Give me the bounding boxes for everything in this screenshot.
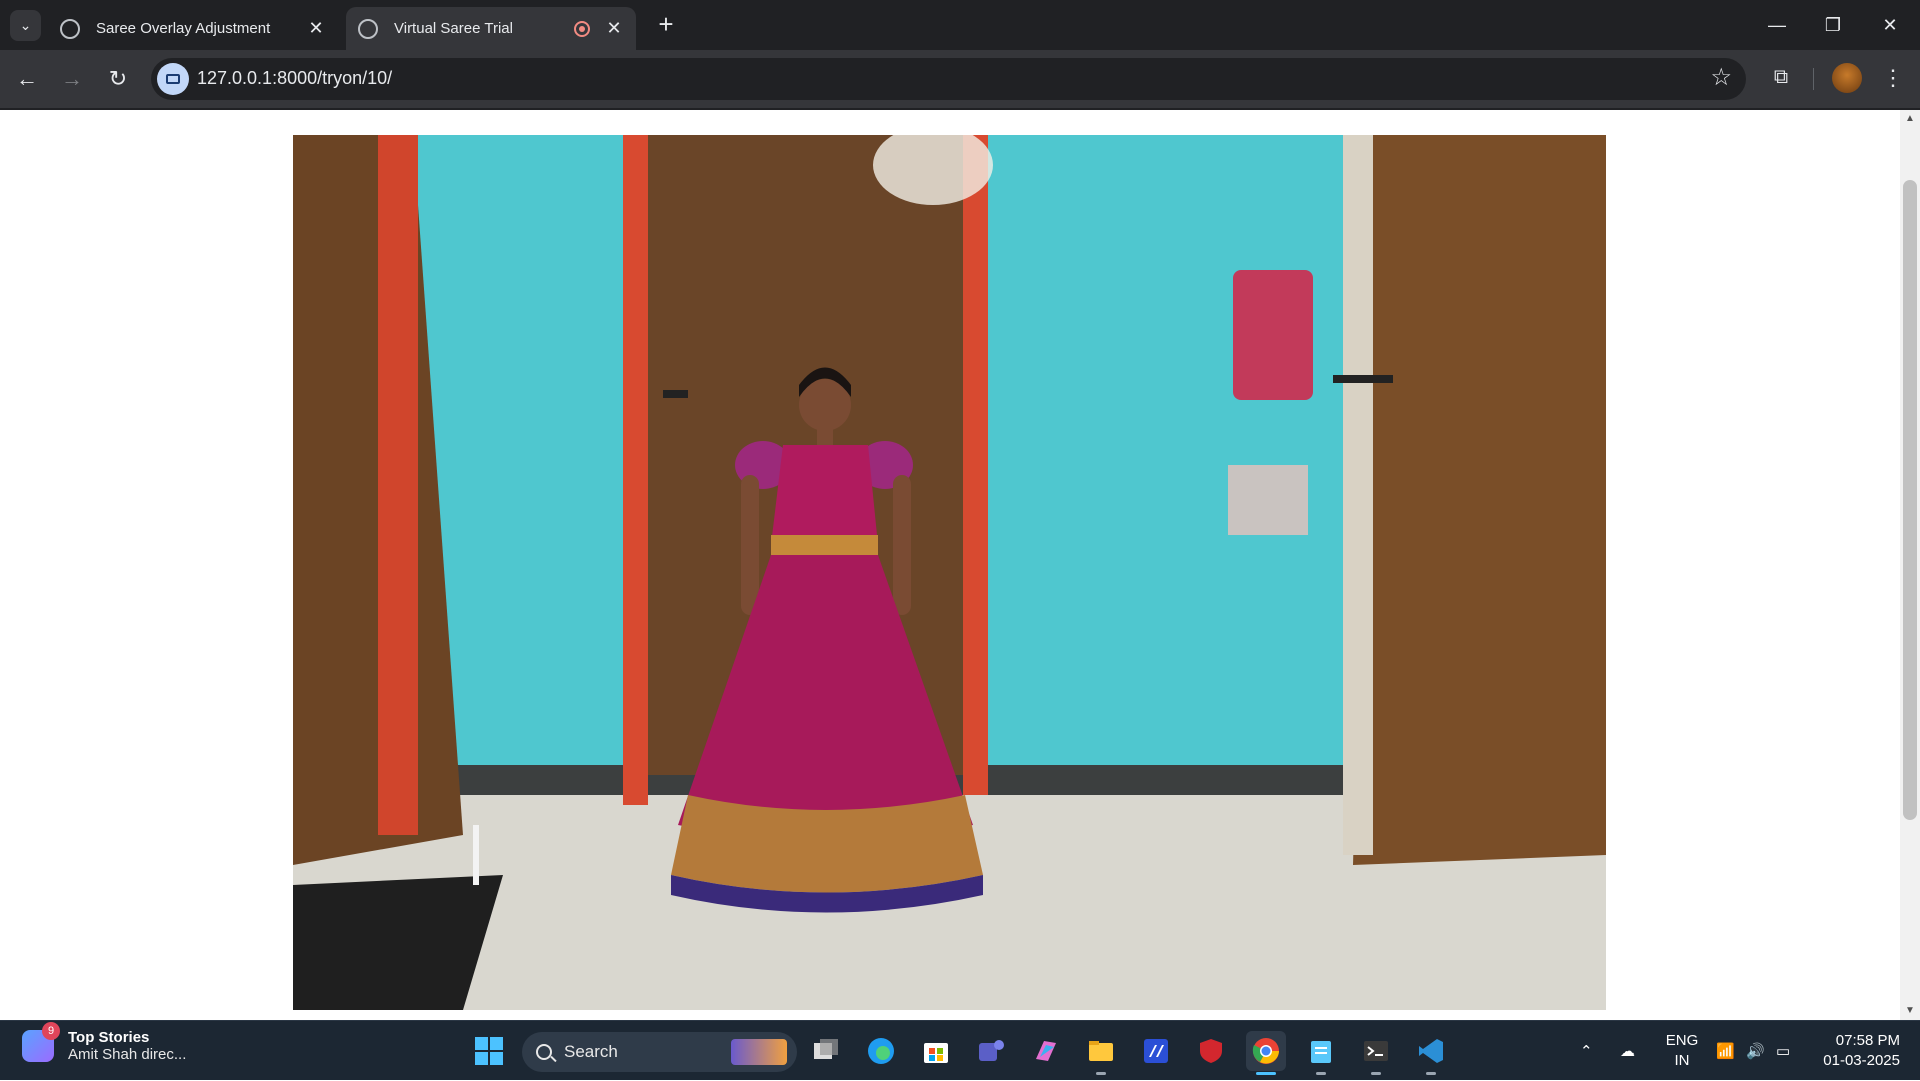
tab-title: Virtual Saree Trial xyxy=(394,20,513,37)
search-icon xyxy=(536,1044,552,1060)
reload-button[interactable]: ↻ xyxy=(103,64,133,94)
security-app-button[interactable] xyxy=(1191,1031,1231,1071)
battery-icon: ▭ xyxy=(1776,1043,1791,1060)
wifi-icon: 📶 xyxy=(1716,1043,1735,1060)
tab-strip: ⌄ Saree Overlay Adjustment ✕ Virtual Sar… xyxy=(0,0,1920,50)
clock-time: 07:58 PM xyxy=(1835,1032,1900,1049)
task-view-icon xyxy=(814,1039,838,1059)
tab-saree-overlay-adjustment[interactable]: Saree Overlay Adjustment ✕ xyxy=(48,7,338,50)
task-view-button[interactable] xyxy=(806,1031,846,1071)
teams-button[interactable] xyxy=(971,1031,1011,1071)
close-icon[interactable]: ✕ xyxy=(604,18,624,39)
chevron-down-icon: ⌄ xyxy=(19,17,32,33)
toolbar-divider xyxy=(1813,68,1814,90)
running-indicator xyxy=(1096,1072,1106,1075)
onedrive-status[interactable]: ☁ xyxy=(1620,1021,1635,1081)
forward-button[interactable]: → xyxy=(57,64,87,94)
window-close-button[interactable]: ✕ xyxy=(1870,10,1910,40)
minimize-button[interactable]: — xyxy=(1757,10,1797,40)
restore-button[interactable]: ❐ xyxy=(1813,10,1853,40)
url-text[interactable]: 127.0.0.1:8000/tryon/10/ xyxy=(197,68,392,89)
page-content xyxy=(0,110,1900,1020)
scroll-down-icon[interactable]: ▼ xyxy=(1900,1002,1920,1020)
language-code: ENG xyxy=(1665,1032,1699,1049)
back-button[interactable]: ← xyxy=(12,64,42,94)
globe-icon xyxy=(60,18,80,39)
language-indicator[interactable]: ENG IN xyxy=(1662,1031,1702,1071)
start-button[interactable] xyxy=(469,1031,509,1071)
news-widget[interactable]: 9 Top Stories Amit Shah direc... xyxy=(22,1022,187,1063)
globe-icon xyxy=(358,18,378,39)
tab-title: Saree Overlay Adjustment xyxy=(96,20,271,37)
reload-icon: ↻ xyxy=(108,66,128,91)
vscode-button[interactable] xyxy=(1411,1031,1451,1075)
news-badge: 9 xyxy=(42,1022,60,1040)
cloud-off-icon: ☁ xyxy=(1620,1043,1635,1060)
browser-chrome: ⌄ Saree Overlay Adjustment ✕ Virtual Sar… xyxy=(0,0,1920,110)
code-editor-icon xyxy=(1419,1039,1443,1063)
copilot-icon xyxy=(1036,1041,1056,1061)
address-bar[interactable]: 127.0.0.1:8000/tryon/10/ ☆ xyxy=(151,58,1746,100)
clock[interactable]: 07:58 PM 01-03-2025 xyxy=(1812,1031,1900,1071)
terminal-button[interactable] xyxy=(1356,1031,1396,1075)
shield-icon xyxy=(1200,1039,1222,1063)
active-indicator xyxy=(1256,1072,1276,1075)
store-button[interactable] xyxy=(916,1031,956,1071)
show-hidden-icons[interactable]: ⌃ xyxy=(1580,1021,1593,1081)
chrome-button[interactable] xyxy=(1246,1031,1286,1075)
close-icon[interactable]: ✕ xyxy=(306,18,326,39)
language-region: IN xyxy=(1674,1052,1690,1069)
wifi-status[interactable]: 📶 xyxy=(1716,1021,1735,1081)
camera-feed-image xyxy=(293,135,1606,1010)
app-blue-icon xyxy=(1144,1039,1168,1063)
news-headline: Amit Shah direc... xyxy=(68,1046,187,1063)
bookmark-star-icon[interactable]: ☆ xyxy=(1710,63,1732,92)
battery-status[interactable]: ▭ xyxy=(1776,1021,1790,1081)
taskbar-search[interactable]: Search xyxy=(522,1032,797,1072)
folder-icon xyxy=(1089,1041,1113,1061)
search-highlight-icon xyxy=(731,1039,787,1065)
tab-virtual-saree-trial[interactable]: Virtual Saree Trial ✕ xyxy=(346,7,636,50)
kebab-menu-icon[interactable]: ⋮ xyxy=(1878,63,1908,93)
speaker-icon: 🔊 xyxy=(1746,1043,1765,1060)
running-indicator xyxy=(1371,1072,1381,1075)
scrollbar-thumb[interactable] xyxy=(1903,180,1917,820)
running-indicator xyxy=(1316,1072,1326,1075)
vs-code-like-button[interactable] xyxy=(1136,1031,1176,1071)
profile-avatar[interactable] xyxy=(1832,63,1862,93)
store-icon xyxy=(924,1043,948,1063)
notepad-icon xyxy=(1311,1041,1331,1063)
volume-status[interactable]: 🔊 xyxy=(1746,1021,1765,1081)
running-indicator xyxy=(1426,1072,1436,1075)
copilot-button[interactable] xyxy=(1026,1031,1066,1071)
edge-button[interactable] xyxy=(861,1031,901,1071)
page-scrollbar[interactable]: ▲ ▼ xyxy=(1900,110,1920,1020)
browser-toolbar: ← → ↻ 127.0.0.1:8000/tryon/10/ ☆ ⧉ ⋮ xyxy=(0,50,1920,108)
teams-icon xyxy=(979,1040,1004,1061)
tab-search-button[interactable]: ⌄ xyxy=(10,10,41,41)
camera-feed xyxy=(293,135,1606,1010)
recording-icon xyxy=(574,20,590,37)
notepad-button[interactable] xyxy=(1301,1031,1341,1075)
terminal-icon xyxy=(1364,1041,1388,1061)
chevron-up-icon: ⌃ xyxy=(1580,1043,1593,1060)
news-title: Top Stories xyxy=(68,1029,150,1046)
camera-in-use-icon[interactable] xyxy=(157,63,189,95)
windows-logo-icon xyxy=(475,1037,503,1065)
news-icon: 9 xyxy=(22,1022,60,1062)
chrome-icon xyxy=(1252,1038,1279,1064)
new-tab-button[interactable]: + xyxy=(652,11,680,39)
search-placeholder: Search xyxy=(564,1042,618,1061)
extensions-puzzle-icon[interactable]: ⧉ xyxy=(1766,62,1796,92)
taskbar: 9 Top Stories Amit Shah direc... Search xyxy=(0,1020,1920,1080)
arrow-right-icon: → xyxy=(61,66,83,91)
file-explorer-button[interactable] xyxy=(1081,1031,1121,1075)
edge-icon xyxy=(868,1038,894,1064)
arrow-left-icon: ← xyxy=(16,66,38,91)
scroll-up-icon[interactable]: ▲ xyxy=(1900,110,1920,128)
clock-date: 01-03-2025 xyxy=(1823,1052,1900,1069)
